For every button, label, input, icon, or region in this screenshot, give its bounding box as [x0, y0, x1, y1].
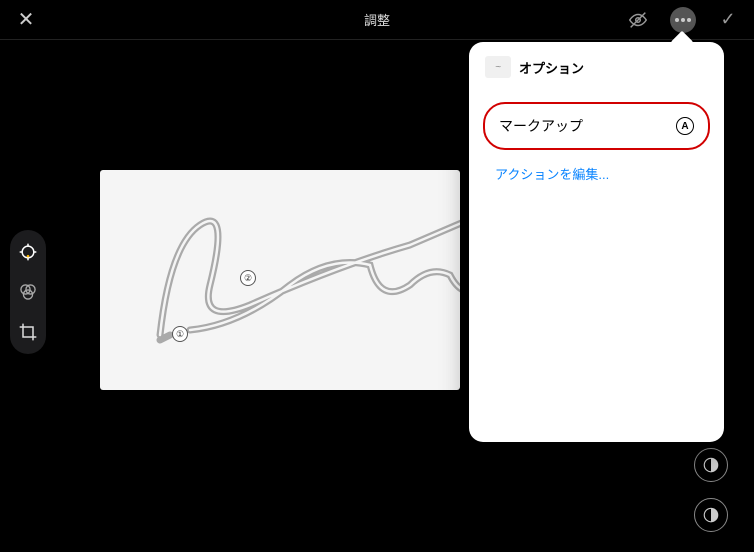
- thumbnail-icon: ~: [485, 56, 511, 78]
- filters-icon: [18, 282, 38, 302]
- half-circle-icon: [702, 456, 720, 474]
- visibility-toggle[interactable]: [624, 6, 652, 34]
- contrast-tool-1[interactable]: [694, 448, 728, 482]
- annotation-badge-1: ①: [172, 326, 188, 342]
- confirm-button[interactable]: ✓: [714, 6, 742, 34]
- popover-header: ~ オプション: [469, 56, 724, 92]
- topbar: ✕ 調整 ✓: [0, 0, 754, 40]
- popover-title: オプション: [519, 58, 584, 77]
- dial-icon: [18, 242, 38, 262]
- markup-icon: A: [676, 117, 694, 135]
- adjust-tool[interactable]: [16, 240, 40, 264]
- image-canvas[interactable]: ① ②: [100, 170, 460, 390]
- left-toolbar: [10, 230, 46, 354]
- filter-tool[interactable]: [16, 280, 40, 304]
- checkmark-icon: ✓: [720, 9, 735, 30]
- markup-option[interactable]: マークアップ A: [483, 102, 710, 150]
- signature-drawing: [110, 170, 460, 385]
- contrast-tool-2[interactable]: [694, 498, 728, 532]
- close-button[interactable]: ✕: [12, 6, 40, 34]
- close-icon: ✕: [18, 7, 35, 32]
- page-title: 調整: [364, 10, 390, 29]
- crop-icon: [18, 322, 38, 342]
- right-toolbar: [694, 448, 728, 532]
- more-options-button[interactable]: [670, 7, 696, 33]
- half-circle-icon: [702, 506, 720, 524]
- crop-tool[interactable]: [16, 320, 40, 344]
- eye-off-icon: [627, 9, 649, 31]
- edit-actions-link[interactable]: アクションを編集...: [469, 150, 724, 197]
- options-popover: ~ オプション マークアップ A アクションを編集...: [469, 42, 724, 442]
- annotation-badge-2: ②: [240, 270, 256, 286]
- ellipsis-icon: [675, 18, 679, 22]
- markup-label: マークアップ: [499, 116, 583, 136]
